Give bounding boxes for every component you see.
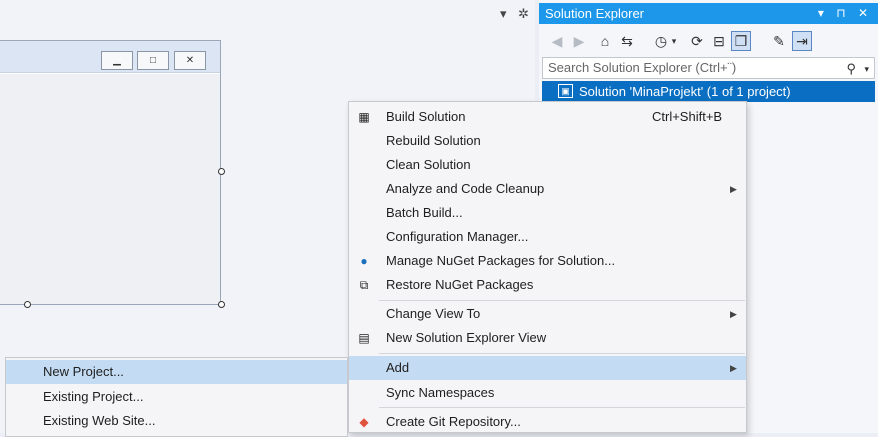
menu-item-build-solution[interactable]: ▦ Build Solution Ctrl+Shift+B bbox=[349, 105, 746, 129]
menu-item-existing-project[interactable]: Existing Project... bbox=[6, 385, 347, 409]
search-input[interactable]: Search Solution Explorer (Ctrl+¨) ⚲ ▾ bbox=[542, 57, 875, 79]
menu-separator bbox=[379, 300, 745, 301]
solution-node[interactable]: ▣ Solution 'MinaProjekt' (1 of 1 project… bbox=[542, 81, 875, 102]
solution-explorer-title-bar: Solution Explorer ▾ ⊓ ✕ bbox=[539, 3, 878, 24]
back-icon[interactable]: ◀ bbox=[547, 31, 567, 51]
solution-node-label: Solution 'MinaProjekt' (1 of 1 project) bbox=[579, 84, 791, 99]
close-icon[interactable]: ✕ bbox=[174, 51, 206, 70]
solution-icon: ▣ bbox=[558, 84, 573, 98]
context-menu: ▦ Build Solution Ctrl+Shift+B Rebuild So… bbox=[348, 101, 747, 433]
menu-item-clean-solution[interactable]: Clean Solution bbox=[349, 153, 746, 177]
search-icon[interactable]: ⚲ bbox=[846, 59, 856, 79]
panel-title: Solution Explorer bbox=[545, 6, 644, 21]
resize-handle-bottom[interactable] bbox=[24, 301, 31, 308]
build-icon: ▦ bbox=[358, 110, 370, 124]
submenu-arrow-icon: ▶ bbox=[730, 309, 737, 319]
menu-item-restore-nuget[interactable]: ⧉ Restore NuGet Packages bbox=[349, 273, 746, 297]
collapse-all-icon[interactable]: ⊟ bbox=[709, 31, 729, 51]
pending-changes-filter-icon[interactable]: ◷ bbox=[651, 31, 671, 51]
submenu-arrow-icon: ▶ bbox=[730, 363, 737, 373]
form-title-bar[interactable]: ▁ □ ✕ bbox=[0, 41, 220, 73]
menu-item-manage-nuget[interactable]: ● Manage NuGet Packages for Solution... bbox=[349, 249, 746, 273]
minimize-icon[interactable]: ▁ bbox=[101, 51, 133, 70]
menu-item-new-se-view[interactable]: ▤ New Solution Explorer View bbox=[349, 326, 746, 350]
gear-icon[interactable]: ✲ bbox=[518, 6, 529, 22]
chevron-down-icon[interactable]: ▾ bbox=[500, 6, 507, 22]
refresh-icon[interactable]: ⟳ bbox=[687, 31, 707, 51]
shortcut: Ctrl+Shift+B bbox=[652, 109, 723, 124]
menu-separator bbox=[379, 407, 745, 408]
restore-packages-icon: ⧉ bbox=[359, 278, 369, 292]
new-view-icon: ▤ bbox=[358, 331, 370, 345]
git-icon: ◆ bbox=[359, 415, 369, 429]
show-all-files-icon[interactable]: ❐ bbox=[731, 31, 751, 51]
form-client-area[interactable] bbox=[0, 74, 220, 304]
menu-item-batch-build[interactable]: Batch Build... bbox=[349, 201, 746, 225]
resize-handle-corner[interactable] bbox=[218, 301, 225, 308]
submenu-arrow-icon: ▶ bbox=[730, 184, 737, 194]
home-icon[interactable]: ⌂ bbox=[595, 31, 615, 51]
menu-item-create-git-repo[interactable]: ◆ Create Git Repository... bbox=[349, 410, 746, 434]
properties-icon[interactable]: ✎ bbox=[769, 31, 789, 51]
dropdown-icon[interactable]: ▾ bbox=[818, 6, 824, 20]
search-placeholder: Search Solution Explorer (Ctrl+¨) bbox=[548, 60, 737, 75]
resize-handle-right[interactable] bbox=[218, 168, 225, 175]
preview-selected-items-icon[interactable]: ⇥ bbox=[792, 31, 812, 51]
switch-views-icon[interactable]: ⇆ bbox=[617, 31, 637, 51]
menu-item-existing-web-site[interactable]: Existing Web Site... bbox=[6, 409, 347, 433]
form-window[interactable]: ▁ □ ✕ bbox=[0, 40, 221, 305]
forward-icon[interactable]: ▶ bbox=[569, 31, 589, 51]
menu-item-change-view[interactable]: Change View To ▶ bbox=[349, 302, 746, 326]
maximize-icon[interactable]: □ bbox=[137, 51, 169, 70]
menu-item-rebuild-solution[interactable]: Rebuild Solution bbox=[349, 129, 746, 153]
solution-explorer-toolbar: ◀ ▶ ⌂ ⇆ ◷ ▾ ⟳ ⊟ ❐ ✎ ⇥ bbox=[539, 27, 878, 56]
close-icon[interactable]: ✕ bbox=[858, 6, 868, 20]
designer-tab-bar: ▾ ✲ bbox=[0, 0, 535, 30]
menu-item-configuration-manager[interactable]: Configuration Manager... bbox=[349, 225, 746, 249]
menu-item-analyze-code-cleanup[interactable]: Analyze and Code Cleanup ▶ bbox=[349, 177, 746, 201]
nuget-icon: ● bbox=[360, 254, 368, 268]
pin-icon[interactable]: ⊓ bbox=[836, 6, 845, 20]
menu-item-add[interactable]: Add ▶ bbox=[349, 356, 746, 380]
menu-item-sync-namespaces[interactable]: Sync Namespaces bbox=[349, 381, 746, 405]
add-submenu: New Project... Existing Project... Exist… bbox=[5, 357, 348, 437]
chevron-down-icon[interactable]: ▾ bbox=[864, 59, 869, 79]
menu-separator bbox=[379, 353, 745, 354]
menu-item-new-project[interactable]: New Project... bbox=[6, 360, 347, 384]
chevron-down-icon[interactable]: ▾ bbox=[669, 31, 679, 51]
